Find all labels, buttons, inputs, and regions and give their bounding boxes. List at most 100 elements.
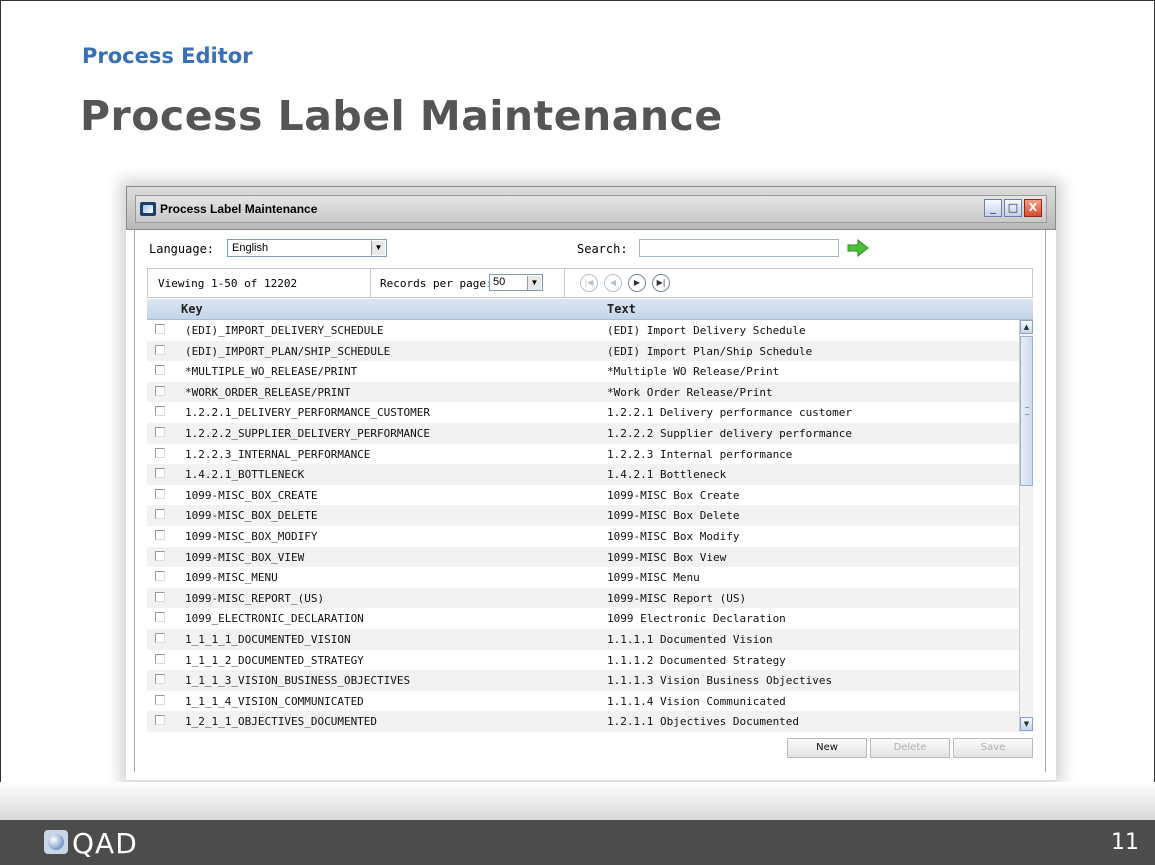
next-page-icon[interactable]: ▶ <box>628 274 646 292</box>
row-checkbox[interactable] <box>155 674 165 685</box>
qad-logo-icon <box>44 830 68 854</box>
window-body: Language: English ▼ Search: Viewing 1-50… <box>134 230 1046 772</box>
page-number: 11 <box>1111 830 1139 855</box>
row-key: 1099_ELECTRONIC_DECLARATION <box>185 612 364 626</box>
row-key: (EDI)_IMPORT_PLAN/SHIP_SCHEDULE <box>185 344 391 358</box>
table-row[interactable]: (EDI)_IMPORT_PLAN/SHIP_SCHEDULE (EDI) Imp… <box>147 340 1019 362</box>
row-checkbox[interactable] <box>155 468 165 479</box>
scroll-down-icon[interactable]: ▼ <box>1020 717 1033 731</box>
records-per-page-select[interactable]: 50 ▼ <box>489 274 543 291</box>
slide-title: Process Label Maintenance <box>80 92 723 140</box>
table-row[interactable]: 1099_ELECTRONIC_DECLARATION 1099 Electron… <box>147 608 1019 629</box>
prev-page-icon[interactable]: ◀ <box>604 274 622 292</box>
row-text: 1.2.1.1 Objectives Documented <box>607 715 800 729</box>
row-key: 1_1_1_4_VISION_COMMUNICATED <box>185 694 364 708</box>
row-text: 1.1.1.2 Documented Strategy <box>607 653 786 667</box>
table-row[interactable]: 1099-MISC_BOX_MODIFY 1099-MISC Box Modify <box>147 526 1019 547</box>
scrollbar-thumb[interactable] <box>1020 336 1033 486</box>
table-body: (EDI)_IMPORT_DELIVERY_SCHEDULE (EDI) Impo… <box>147 320 1019 732</box>
maximize-button[interactable]: □ <box>1004 199 1022 217</box>
close-button[interactable]: X <box>1024 199 1042 217</box>
row-checkbox[interactable] <box>155 365 165 376</box>
row-text: 1099-MISC Box Modify <box>607 530 740 543</box>
row-checkbox[interactable] <box>155 427 165 437</box>
row-checkbox[interactable] <box>155 550 165 561</box>
table-row[interactable]: 1099-MISC_MENU 1099-MISC Menu <box>147 567 1019 588</box>
language-select[interactable]: English ▼ <box>227 239 387 257</box>
row-key: *MULTIPLE_WO_RELEASE/PRINT <box>185 365 358 379</box>
row-checkbox[interactable] <box>155 530 165 540</box>
table-row[interactable]: 1.2.2.2_SUPPLIER_DELIVERY_PERFORMANCE 1.2… <box>147 423 1019 444</box>
table-row[interactable]: 1.2.2.3_INTERNAL_PERFORMANCE 1.2.2.3 Inte… <box>147 444 1019 465</box>
vertical-scrollbar[interactable]: ▲ ▼ <box>1019 320 1033 732</box>
row-checkbox[interactable] <box>155 406 165 417</box>
pager-bar: Viewing 1-50 of 12202 Records per page: … <box>147 268 1033 298</box>
row-key: 1099-MISC_BOX_VIEW <box>185 550 305 564</box>
row-checkbox[interactable] <box>155 715 165 726</box>
table-row[interactable]: 1099-MISC_BOX_DELETE 1099-MISC Box Delete <box>147 505 1019 526</box>
footer-gradient <box>0 782 1155 820</box>
save-button[interactable]: Save <box>953 738 1033 758</box>
first-page-icon[interactable]: |◀ <box>580 274 598 292</box>
new-button[interactable]: New <box>787 738 867 758</box>
pager-divider <box>370 269 371 297</box>
window-controls: _ □ X <box>984 199 1042 217</box>
row-checkbox[interactable] <box>155 509 165 520</box>
table-row[interactable]: 1099-MISC_REPORT_(US) 1099-MISC Report (U… <box>147 587 1019 609</box>
table-row[interactable]: 1.4.2.1_BOTTLENECK 1.4.2.1 Bottleneck <box>147 464 1019 485</box>
minimize-button[interactable]: _ <box>984 199 1002 217</box>
row-checkbox[interactable] <box>155 488 165 499</box>
row-key: 1099-MISC_MENU <box>185 571 278 585</box>
app-window: Process Label Maintenance _ □ X Language… <box>126 186 1056 780</box>
window-titlebar[interactable]: Process Label Maintenance _ □ X <box>126 186 1056 230</box>
row-checkbox[interactable] <box>155 633 165 643</box>
records-per-page-label: Records per page: <box>380 277 493 290</box>
table-row[interactable]: 1_1_1_1_DOCUMENTED_VISION 1.1.1.1 Documen… <box>147 629 1019 650</box>
chevron-down-icon[interactable]: ▼ <box>527 276 541 290</box>
language-select-value: English <box>232 242 269 254</box>
row-text: 1.2.2.2 Supplier delivery performance <box>607 427 853 440</box>
table-row[interactable]: *MULTIPLE_WO_RELEASE/PRINT *Multiple WO R… <box>147 361 1019 382</box>
search-label: Search: <box>577 242 628 256</box>
row-text: (EDI) Import Plan/Ship Schedule <box>607 344 813 358</box>
table-row[interactable]: 1099-MISC_BOX_VIEW 1099-MISC Box View <box>147 546 1019 568</box>
chevron-down-icon[interactable]: ▼ <box>371 241 385 255</box>
arrow-right-icon[interactable] <box>847 239 869 257</box>
table-row[interactable]: 1099-MISC_BOX_CREATE 1099-MISC Box Create <box>147 485 1019 506</box>
table-row[interactable]: 1_1_1_4_VISION_COMMUNICATED 1.1.1.4 Visio… <box>147 691 1019 712</box>
row-checkbox[interactable] <box>155 694 165 705</box>
row-checkbox[interactable] <box>155 653 165 664</box>
row-checkbox[interactable] <box>155 344 165 355</box>
table-row[interactable]: 1_1_1_3_VISION_BUSINESS_OBJECTIVES 1.1.1.… <box>147 670 1019 691</box>
column-header-key[interactable]: Key <box>181 302 203 316</box>
delete-button[interactable]: Delete <box>870 738 950 758</box>
row-checkbox[interactable] <box>155 385 165 396</box>
language-label: Language: <box>149 242 215 256</box>
row-checkbox[interactable] <box>155 447 165 458</box>
table-row[interactable]: 1_2_1_1_OBJECTIVES_DOCUMENTED 1.2.1.1 Obj… <box>147 711 1019 732</box>
table-row[interactable]: (EDI)_IMPORT_DELIVERY_SCHEDULE (EDI) Impo… <box>147 320 1019 341</box>
row-text: (EDI) Import Delivery Schedule <box>607 324 806 337</box>
row-text: 1.1.1.1 Documented Vision <box>607 633 773 646</box>
row-key: 1099-MISC_REPORT_(US) <box>185 591 325 605</box>
row-checkbox[interactable] <box>155 591 165 602</box>
table-row[interactable]: 1.2.2.1_DELIVERY_PERFORMANCE_CUSTOMER 1.2… <box>147 402 1019 423</box>
last-page-icon[interactable]: ▶| <box>652 274 670 292</box>
slide-footer: QAD 11 <box>0 820 1155 865</box>
row-text: 1099-MISC Box Create <box>607 488 740 502</box>
search-input[interactable] <box>639 239 839 257</box>
row-key: 1099-MISC_BOX_DELETE <box>185 509 318 523</box>
table-row[interactable]: 1_1_1_2_DOCUMENTED_STRATEGY 1.1.1.2 Docum… <box>147 650 1019 671</box>
row-text: 1.1.1.4 Vision Communicated <box>607 694 786 708</box>
row-checkbox[interactable] <box>155 612 165 623</box>
row-checkbox[interactable] <box>155 571 165 582</box>
column-header-text[interactable]: Text <box>607 302 636 316</box>
viewing-count: Viewing 1-50 of 12202 <box>158 277 298 290</box>
row-text: 1.1.1.3 Vision Business Objectives <box>607 674 833 688</box>
window-title: Process Label Maintenance <box>160 202 318 216</box>
scroll-up-icon[interactable]: ▲ <box>1020 320 1033 334</box>
row-text: 1099 Electronic Declaration <box>607 612 786 626</box>
table-row[interactable]: *WORK_ORDER_RELEASE/PRINT *Work Order Rel… <box>147 381 1019 403</box>
row-checkbox[interactable] <box>155 324 165 334</box>
grip-icon <box>1025 407 1029 415</box>
